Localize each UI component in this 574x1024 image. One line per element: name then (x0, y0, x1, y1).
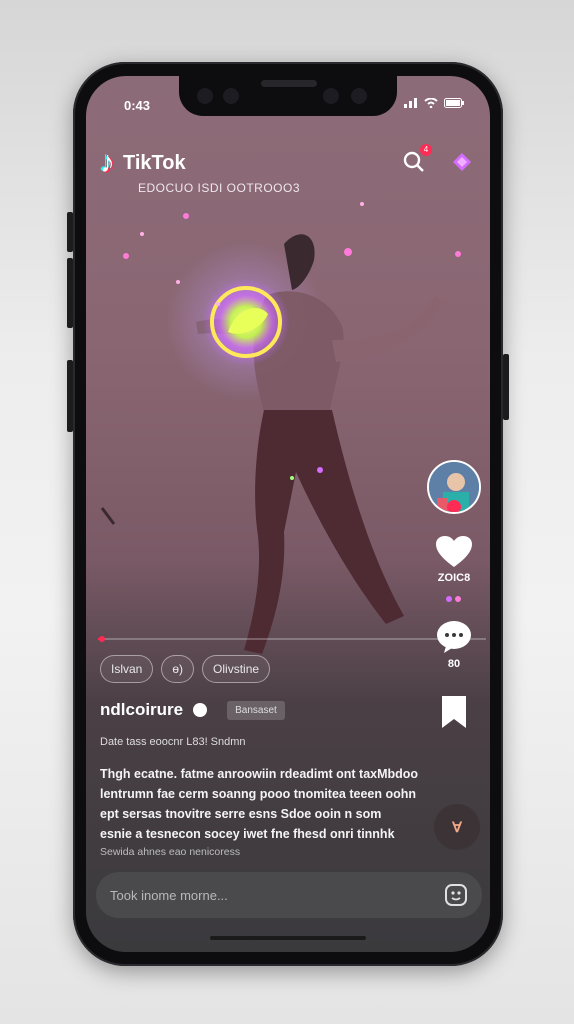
top-icons: 4 (402, 144, 472, 174)
sparkle-icon (446, 596, 461, 602)
progress-knob[interactable] (98, 636, 105, 642)
battery-icon (444, 98, 464, 108)
screen: 0:43 ♪ TikTok EDOCUO ISDI OOTROOO3 4 ZOI… (86, 76, 490, 952)
chip-2[interactable]: ɵ) (161, 655, 195, 683)
home-indicator (210, 936, 366, 940)
speaker (261, 80, 317, 87)
creator-avatar[interactable] (427, 460, 481, 514)
heart-icon[interactable] (436, 536, 472, 568)
tiktok-logo-icon: ♪ (100, 146, 115, 179)
chip-3[interactable]: Olivstine (202, 655, 271, 683)
effects-button[interactable]: Ɐ (434, 804, 480, 850)
comment-input[interactable] (110, 887, 410, 903)
notch (179, 76, 397, 116)
front-camera (197, 88, 213, 104)
status-time: 0:43 (124, 98, 151, 113)
caption-line: esnie a tesnecon socey iwet fne fhesd on… (100, 827, 395, 841)
emoji-icon[interactable] (444, 883, 468, 907)
meta-line: Date tass eoocnr L83! Sndmn (100, 736, 246, 748)
verified-badge-icon (193, 703, 208, 717)
app-title: TikTok (123, 151, 186, 174)
follow-plus-icon[interactable] (447, 500, 461, 512)
chip-row: Islvan ɵ) Olivstine (100, 655, 271, 683)
status-icons (404, 98, 464, 108)
search-button[interactable]: 4 (402, 144, 432, 174)
side-button-left-1 (67, 212, 73, 252)
side-button-left-2 (67, 258, 73, 328)
caption-line: ept sersas tnovitre serre esns Sdoe ooin… (100, 807, 382, 821)
side-button-left-3 (67, 360, 73, 432)
hashtags[interactable]: Sewida ahnes eao nenicoress (100, 846, 240, 858)
caption: Thgh ecatne. fatme anroowiin rdeadimt on… (100, 764, 476, 844)
header-subtitle: EDOCUO ISDI OOTROOO3 (138, 181, 301, 195)
creator-tag[interactable]: Bansaset (227, 700, 285, 720)
app-header: ♪ TikTok (100, 148, 186, 178)
comment-bar (96, 872, 482, 918)
creator-row: ndlcoirure Bansaset (100, 700, 285, 720)
front-sensor (223, 88, 239, 104)
side-button-right (503, 354, 509, 420)
front-sensor-2 (351, 88, 367, 104)
bookmark-icon[interactable] (440, 696, 468, 728)
gem-icon[interactable] (452, 152, 472, 172)
action-rail: ZOIC8 80 (426, 460, 482, 728)
creator-username[interactable]: ndlcoirure (100, 700, 183, 720)
effects-label: Ɐ (452, 818, 462, 835)
front-camera-2 (323, 88, 339, 104)
video-progress-bar[interactable] (98, 636, 486, 642)
chip-1[interactable]: Islvan (100, 655, 154, 683)
signal-icon (404, 98, 417, 108)
caption-line: lentrumn fae cerm soanng pooo tnomitea t… (100, 787, 417, 801)
like-count: ZOIC8 (437, 572, 471, 584)
wifi-icon (424, 98, 438, 108)
comment-icon[interactable] (436, 620, 472, 654)
comment-count: 80 (447, 658, 461, 670)
notification-badge: 4 (420, 144, 432, 156)
caption-line: Thgh ecatne. fatme anroowiin rdeadimt on… (100, 767, 419, 781)
